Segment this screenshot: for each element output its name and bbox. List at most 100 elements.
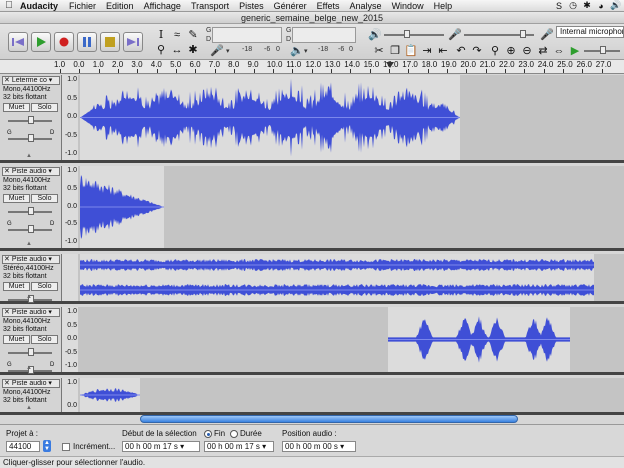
time-machine-icon[interactable]: ◷ <box>568 0 578 11</box>
audio-track[interactable]: ✕ Piste audio ▾ Mono,44100Hz 32 bits flott… <box>0 307 624 375</box>
stop-button[interactable] <box>100 32 120 52</box>
input-source-select[interactable]: Internal microphone <box>556 26 624 38</box>
track-control-panel[interactable]: ✕ Piste audio ▾ Mono,44100Hz 32 bits flott… <box>0 307 62 374</box>
silence-icon[interactable]: ⇤ <box>436 44 450 57</box>
vertical-scale[interactable] <box>62 254 78 301</box>
vertical-scale[interactable]: 1.0 0.5 0.0 -0.5 -1.0 <box>62 307 78 372</box>
menu-transport[interactable]: Transport <box>186 1 234 11</box>
project-rate-field[interactable]: 44100 <box>6 441 40 452</box>
audio-track[interactable]: ✕ Piste audio ▾ Mono,44100Hz 32 bits flott… <box>0 166 624 251</box>
volume-icon[interactable]: 🔊 <box>610 0 621 11</box>
pan-thumb[interactable] <box>28 225 34 233</box>
vertical-scale[interactable]: 1.0 0.5 0.0 -0.5 -1.0 <box>62 166 78 248</box>
apple-menu-icon[interactable]:  <box>0 0 18 11</box>
menu-pistes[interactable]: Pistes <box>234 1 269 11</box>
track-control-panel[interactable]: ✕ Piste audio ▾ Stéréo,44100Hz 32 bits flo… <box>0 254 62 303</box>
waveform-area[interactable] <box>78 254 624 301</box>
cut-icon[interactable]: ✂ <box>372 44 386 57</box>
selection-end-field[interactable]: 00 h 00 m 17 s ▾ <box>204 441 274 452</box>
track-name-menu[interactable]: ✕ Piste audio ▾ <box>2 167 60 176</box>
trim-icon[interactable]: ⇥ <box>420 44 434 57</box>
duration-radio[interactable] <box>230 430 238 438</box>
input-volume-thumb[interactable] <box>520 30 526 38</box>
playback-meter[interactable] <box>292 27 356 43</box>
selection-start-field[interactable]: 00 h 00 m 17 s ▾ <box>122 441 200 452</box>
play-meter-dropdown-icon[interactable]: ▾ <box>304 47 308 55</box>
solo-button[interactable]: Solo <box>31 282 58 291</box>
vertical-scale[interactable]: 1.0 0.0 <box>62 378 78 412</box>
audio-track[interactable]: ✕ Leterme co ▾ Mono,44100Hz 32 bits flotta… <box>0 75 624 163</box>
paste-icon[interactable]: 📋 <box>404 44 418 57</box>
track-name-menu[interactable]: ✕ Piste audio ▾ <box>2 379 60 388</box>
sync-lock-icon[interactable]: ⚲ <box>488 44 502 57</box>
track-collapse-icon[interactable]: ▲ <box>26 405 32 411</box>
draw-tool-icon[interactable]: ✎ <box>186 28 200 41</box>
menu-help[interactable]: Help <box>429 1 458 11</box>
menu-fichier[interactable]: Fichier <box>64 1 101 11</box>
menu-edition[interactable]: Edition <box>101 1 139 11</box>
gain-thumb[interactable] <box>28 207 34 215</box>
gain-thumb[interactable] <box>28 348 34 356</box>
record-button[interactable] <box>54 32 74 52</box>
pause-button[interactable] <box>77 32 97 52</box>
selection-tool-icon[interactable]: I <box>154 28 168 41</box>
end-radio[interactable] <box>204 430 212 438</box>
solo-button[interactable]: Solo <box>31 103 58 112</box>
menu-analyse[interactable]: Analyse <box>345 1 387 11</box>
waveform-area[interactable] <box>78 75 624 160</box>
vertical-scale[interactable]: 1.0 0.5 0.0 -0.5 -1.0 <box>62 75 78 160</box>
menu-generer[interactable]: Générer <box>269 1 312 11</box>
audio-track[interactable]: ✕ Piste audio ▾ Stéréo,44100Hz 32 bits flo… <box>0 254 624 304</box>
play-button[interactable] <box>31 32 51 52</box>
track-collapse-icon[interactable]: ▲ <box>26 294 32 300</box>
horizontal-scrollbar[interactable] <box>140 415 518 423</box>
track-close-icon[interactable]: ✕ <box>4 380 10 387</box>
audio-track[interactable]: ✕ Piste audio ▾ Mono,44100Hz 32 bits flott… <box>0 378 624 415</box>
fit-selection-icon[interactable]: ⇄ <box>536 44 550 57</box>
rec-meter-dropdown-icon[interactable]: ▾ <box>226 47 230 55</box>
track-close-icon[interactable]: ✕ <box>4 256 10 263</box>
increment-checkbox[interactable] <box>62 443 70 451</box>
play-at-speed-icon[interactable]: ▶ <box>568 44 582 57</box>
skype-status-icon[interactable]: S <box>554 1 564 11</box>
track-name-menu[interactable]: ✕ Leterme co ▾ <box>2 76 60 85</box>
mute-button[interactable]: Muet <box>3 103 30 112</box>
redo-icon[interactable]: ↷ <box>470 44 484 57</box>
timeshift-tool-icon[interactable]: ↔ <box>170 43 184 56</box>
bluetooth-icon[interactable]: ✱ <box>582 0 592 11</box>
play-speed-thumb[interactable] <box>600 46 606 54</box>
waveform-area[interactable] <box>78 166 624 248</box>
solo-button[interactable]: Solo <box>31 194 58 203</box>
undo-icon[interactable]: ↶ <box>454 44 468 57</box>
audio-position-field[interactable]: 00 h 00 m 00 s ▾ <box>282 441 356 452</box>
menu-window[interactable]: Window <box>387 1 429 11</box>
mute-button[interactable]: Muet <box>3 282 30 291</box>
track-control-panel[interactable]: ✕ Leterme co ▾ Mono,44100Hz 32 bits flotta… <box>0 75 62 160</box>
wifi-icon[interactable]: ◕ <box>596 1 606 11</box>
output-volume-thumb[interactable] <box>404 30 410 38</box>
pan-thumb[interactable] <box>28 134 34 142</box>
waveform-area[interactable] <box>78 378 624 412</box>
zoom-in-icon[interactable]: ⊕ <box>504 44 518 57</box>
track-name-menu[interactable]: ✕ Piste audio ▾ <box>2 255 60 264</box>
track-collapse-icon[interactable]: ▲ <box>26 153 32 159</box>
project-rate-stepper[interactable]: ▲ ▼ <box>43 440 51 452</box>
track-close-icon[interactable]: ✕ <box>4 77 10 84</box>
track-close-icon[interactable]: ✕ <box>4 309 10 316</box>
multi-tool-icon[interactable]: ✱ <box>186 43 200 56</box>
zoom-tool-icon[interactable]: ⚲ <box>154 43 168 56</box>
menu-effets[interactable]: Effets <box>312 1 345 11</box>
skip-to-start-button[interactable] <box>8 32 28 52</box>
track-close-icon[interactable]: ✕ <box>4 168 10 175</box>
recording-meter[interactable] <box>212 27 282 43</box>
track-control-panel[interactable]: ✕ Piste audio ▾ Mono,44100Hz 32 bits flott… <box>0 166 62 248</box>
fit-project-icon[interactable]: ⇔ <box>552 44 566 57</box>
output-volume-slider[interactable] <box>384 34 444 36</box>
app-menu[interactable]: Audacity <box>18 1 64 11</box>
track-control-panel[interactable]: ✕ Piste audio ▾ Mono,44100Hz 32 bits flott… <box>0 378 62 412</box>
zoom-out-icon[interactable]: ⊖ <box>520 44 534 57</box>
envelope-tool-icon[interactable]: ≈ <box>170 28 184 41</box>
skip-to-end-button[interactable] <box>123 32 143 52</box>
timeline-ruler[interactable]: 1.0 0.0 1.0 2.0 3.0 4.0 5.0 6.0 7.0 8.0 9.0 10.0 11.… <box>0 60 624 74</box>
mute-button[interactable]: Muet <box>3 194 30 203</box>
